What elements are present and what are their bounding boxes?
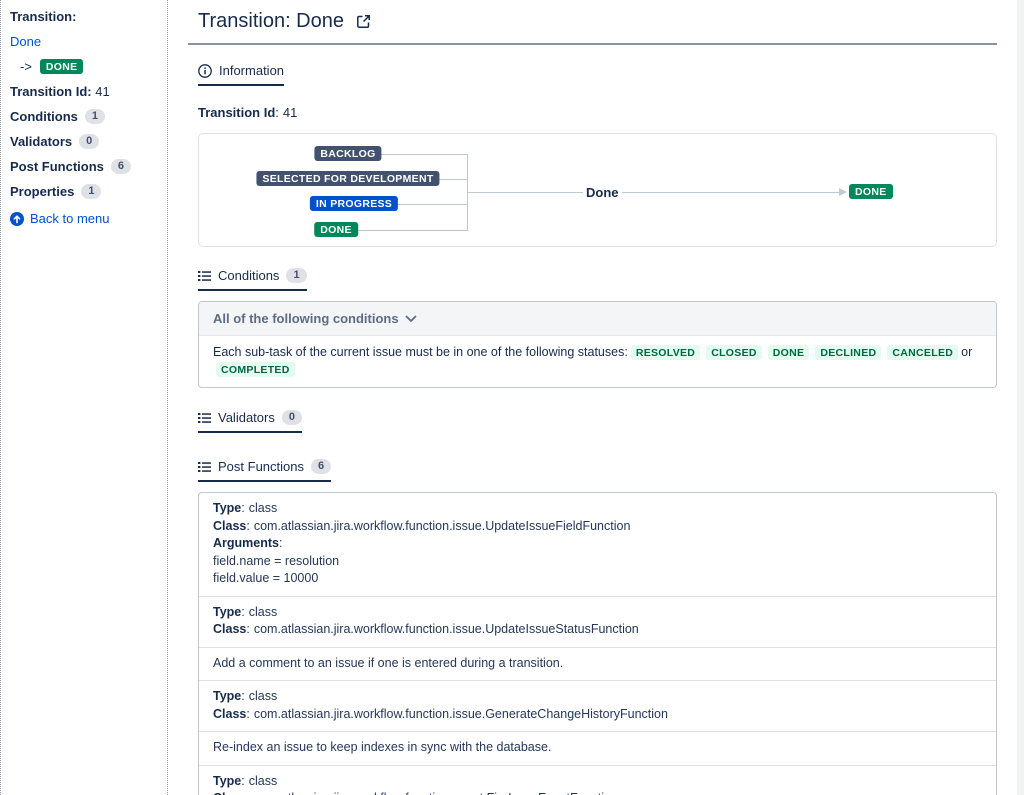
or-text: or: [961, 345, 972, 359]
sidebar-transition-id: Transition Id: 41: [10, 84, 159, 99]
condition-row: Each sub-task of the current issue must …: [199, 336, 996, 387]
status-node-in-progress: IN PROGRESS: [310, 196, 398, 211]
section-validators: Validators 0: [198, 410, 302, 433]
sidebar-item-post-functions[interactable]: Post Functions 6: [10, 159, 159, 174]
arrow-text: ->: [20, 59, 32, 74]
post-function-description: Add a comment to an issue if one is ente…: [213, 655, 982, 673]
list-icon: [198, 412, 211, 424]
title-divider: [188, 43, 997, 45]
status-node-selected-for-development: SELECTED FOR DEVELOPMENT: [256, 171, 439, 186]
page: Transition: Done -> DONE Transition Id: …: [0, 0, 1024, 795]
arrow-up-circle-icon: [10, 212, 24, 226]
sidebar-item-validators[interactable]: Validators 0: [10, 134, 159, 149]
condition-text: Each sub-task of the current issue must …: [213, 345, 628, 359]
sidebar-item-properties[interactable]: Properties 1: [10, 184, 159, 199]
chevron-down-icon: [405, 315, 417, 323]
conditions-count-pill: 1: [286, 268, 306, 283]
post-function-description: Re-index an issue to keep indexes in syn…: [213, 739, 982, 757]
conditions-count-pill: 1: [85, 109, 105, 124]
sidebar-transition-target: -> DONE: [10, 59, 159, 74]
conditions-box: All of the following conditions Each sub…: [198, 301, 997, 388]
section-post-functions: Post Functions 6: [198, 459, 331, 482]
scrollbar[interactable]: [1017, 0, 1024, 795]
post-function-row: Type:class Class:com.atlassian.jira.work…: [199, 766, 996, 795]
post-function-row: Re-index an issue to keep indexes in syn…: [199, 732, 996, 766]
connector-line: [467, 192, 583, 193]
status-badge-closed: CLOSED: [706, 345, 762, 360]
status-badge-resolved: RESOLVED: [631, 345, 700, 360]
status-node-done: DONE: [314, 222, 358, 237]
conditions-group-header[interactable]: All of the following conditions: [199, 302, 996, 336]
status-badge-completed: COMPLETED: [216, 362, 295, 377]
sidebar-transition-label: Transition:: [10, 9, 159, 24]
post-function-row: Type:class Class:com.atlassian.jira.work…: [199, 597, 996, 648]
status-badge: DONE: [40, 59, 84, 74]
section-information: Information: [198, 63, 284, 86]
status-badge-canceled: CANCELED: [887, 345, 958, 360]
main-content: Transition: Done Information Transition …: [168, 0, 1024, 795]
argument-line: field.name = resolution: [213, 553, 982, 571]
post-function-row: Add a comment to an issue if one is ente…: [199, 648, 996, 682]
arrow-head-icon: [839, 188, 847, 196]
transition-name-label: Done: [583, 185, 622, 200]
workflow-diagram: BACKLOG SELECTED FOR DEVELOPMENT IN PROG…: [198, 133, 997, 247]
info-icon: [198, 64, 212, 78]
sidebar-item-conditions[interactable]: Conditions 1: [10, 109, 159, 124]
validators-count-pill: 0: [282, 410, 302, 425]
list-icon: [198, 461, 211, 473]
properties-count-pill: 1: [81, 184, 101, 199]
status-badge-done: DONE: [768, 345, 810, 360]
section-conditions: Conditions 1: [198, 268, 307, 291]
post-function-row: Type:class Class:com.atlassian.jira.work…: [199, 681, 996, 732]
status-badge-declined: DECLINED: [815, 345, 881, 360]
sidebar: Transition: Done -> DONE Transition Id: …: [1, 0, 168, 795]
page-title: Transition: Done: [198, 10, 344, 33]
sidebar-transition-link[interactable]: Done: [10, 34, 41, 49]
validators-count-pill: 0: [79, 134, 99, 149]
post-functions-count-pill: 6: [111, 159, 131, 174]
back-to-menu-link[interactable]: Back to menu: [10, 211, 159, 226]
external-link-icon[interactable]: [356, 14, 371, 29]
status-node-backlog: BACKLOG: [314, 146, 381, 161]
transition-id-field: Transition Id:41: [198, 105, 997, 120]
argument-line: field.value = 10000: [213, 570, 982, 588]
post-function-row: Type:class Class:com.atlassian.jira.work…: [199, 493, 996, 597]
target-status-node-done: DONE: [849, 184, 893, 199]
connector-line: [616, 192, 839, 193]
post-functions-box: Type:class Class:com.atlassian.jira.work…: [198, 492, 997, 795]
post-functions-count-pill: 6: [311, 459, 331, 474]
list-icon: [198, 270, 211, 282]
